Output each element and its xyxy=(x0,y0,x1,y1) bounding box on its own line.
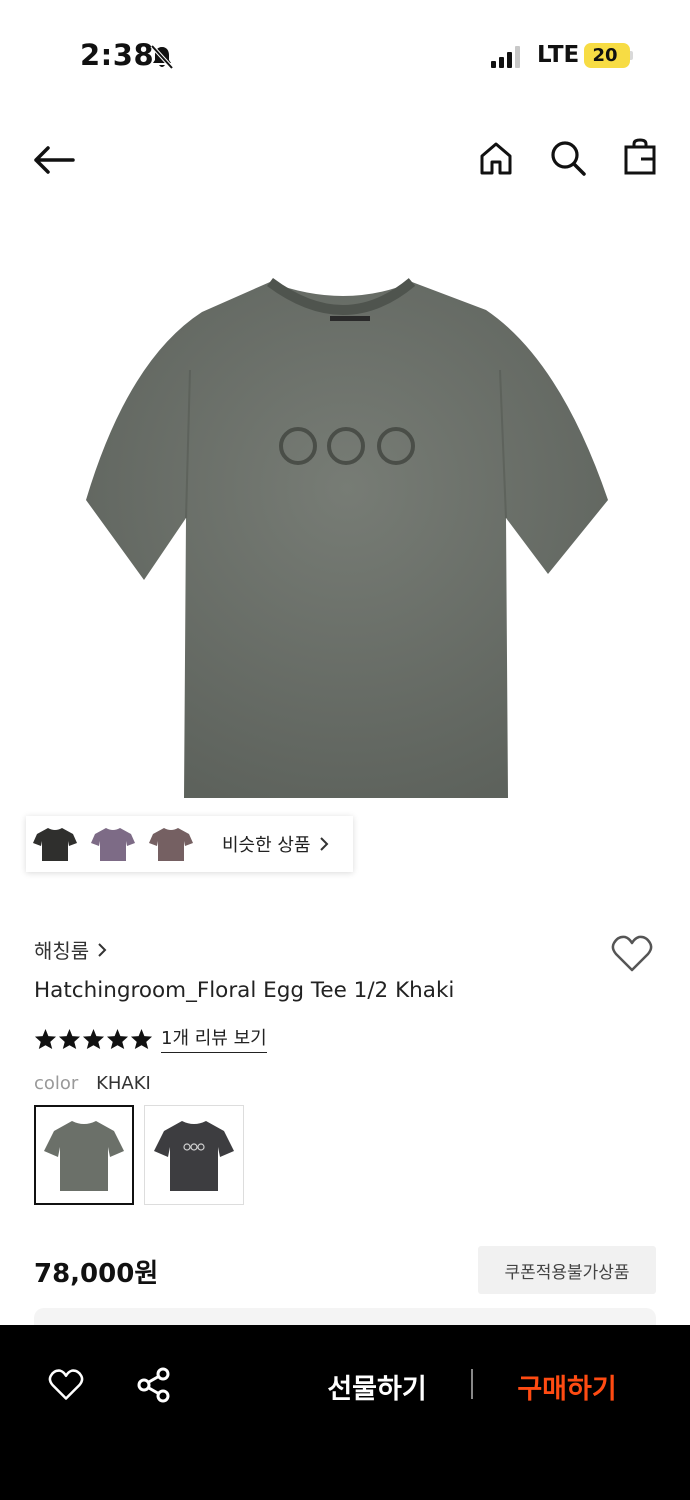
back-button[interactable] xyxy=(30,138,78,182)
bar-divider xyxy=(471,1369,473,1399)
status-bar: 2:38 LTE 20 xyxy=(0,0,690,110)
tshirt-image xyxy=(86,277,608,798)
share-icon xyxy=(137,1367,170,1403)
coupon-badge: 쿠폰적용불가상품 xyxy=(478,1246,656,1294)
star-icon xyxy=(130,1028,153,1049)
back-arrow-icon xyxy=(34,146,75,174)
heart-icon xyxy=(611,935,653,972)
similar-products-label: 비슷한 상품 xyxy=(222,835,311,856)
thumbnail-3[interactable] xyxy=(142,816,200,872)
price: 78,000원 xyxy=(34,1259,159,1289)
tshirt-thumb-icon xyxy=(44,1121,124,1191)
search-button[interactable] xyxy=(546,136,590,180)
color-value: KHAKI xyxy=(96,1073,151,1094)
product-title: Hatchingroom_Floral Egg Tee 1/2 Khaki xyxy=(34,978,455,1003)
color-row: color KHAKI xyxy=(34,1073,151,1094)
star-icon xyxy=(34,1028,57,1049)
chevron-right-icon xyxy=(98,942,107,957)
battery-cap xyxy=(630,51,633,60)
home-icon xyxy=(480,142,512,175)
star-icon xyxy=(82,1028,105,1049)
thumbnail-1[interactable] xyxy=(26,816,84,872)
rating-stars xyxy=(34,1028,153,1050)
tshirt-thumb-icon xyxy=(154,1121,234,1191)
signal-icon xyxy=(491,46,520,68)
tshirt-thumb-icon xyxy=(33,828,77,861)
search-icon xyxy=(551,141,586,176)
top-nav xyxy=(0,120,690,200)
similar-products-strip: 비슷한 상품 xyxy=(26,816,353,872)
battery-level: 20 xyxy=(592,45,618,66)
share-button[interactable] xyxy=(132,1363,176,1407)
like-button[interactable] xyxy=(44,1363,88,1407)
bottom-action-bar: 선물하기 구매하기 xyxy=(0,1325,690,1500)
cart-button[interactable] xyxy=(618,134,662,180)
thumbnail-2[interactable] xyxy=(84,816,142,872)
tshirt-thumb-icon xyxy=(149,828,193,861)
similar-products-link[interactable]: 비슷한 상품 xyxy=(200,816,353,872)
brand-name: 해칭룸 xyxy=(34,939,90,963)
color-label: color xyxy=(34,1073,79,1094)
chevron-right-icon xyxy=(319,837,328,851)
home-button[interactable] xyxy=(474,136,518,180)
heart-icon xyxy=(48,1369,84,1400)
network-label: LTE xyxy=(537,42,580,68)
battery-indicator: 20 xyxy=(584,43,630,68)
color-option-charcoal[interactable] xyxy=(144,1105,244,1205)
bell-slash-icon xyxy=(150,44,174,70)
star-icon xyxy=(106,1028,129,1049)
product-main-image[interactable] xyxy=(0,220,690,820)
rating-row: 1개 리뷰 보기 xyxy=(34,1024,267,1053)
brand-link[interactable]: 해칭룸 xyxy=(34,935,107,964)
star-icon xyxy=(58,1028,81,1049)
shopping-bag-icon xyxy=(624,138,656,175)
review-link[interactable]: 1개 리뷰 보기 xyxy=(161,1024,267,1053)
wishlist-button[interactable] xyxy=(606,930,658,978)
buy-button[interactable]: 구매하기 xyxy=(500,1363,634,1409)
tshirt-thumb-icon xyxy=(91,828,135,861)
gift-button[interactable]: 선물하기 xyxy=(310,1363,444,1409)
status-time: 2:38 xyxy=(80,38,155,72)
color-option-khaki[interactable] xyxy=(34,1105,134,1205)
